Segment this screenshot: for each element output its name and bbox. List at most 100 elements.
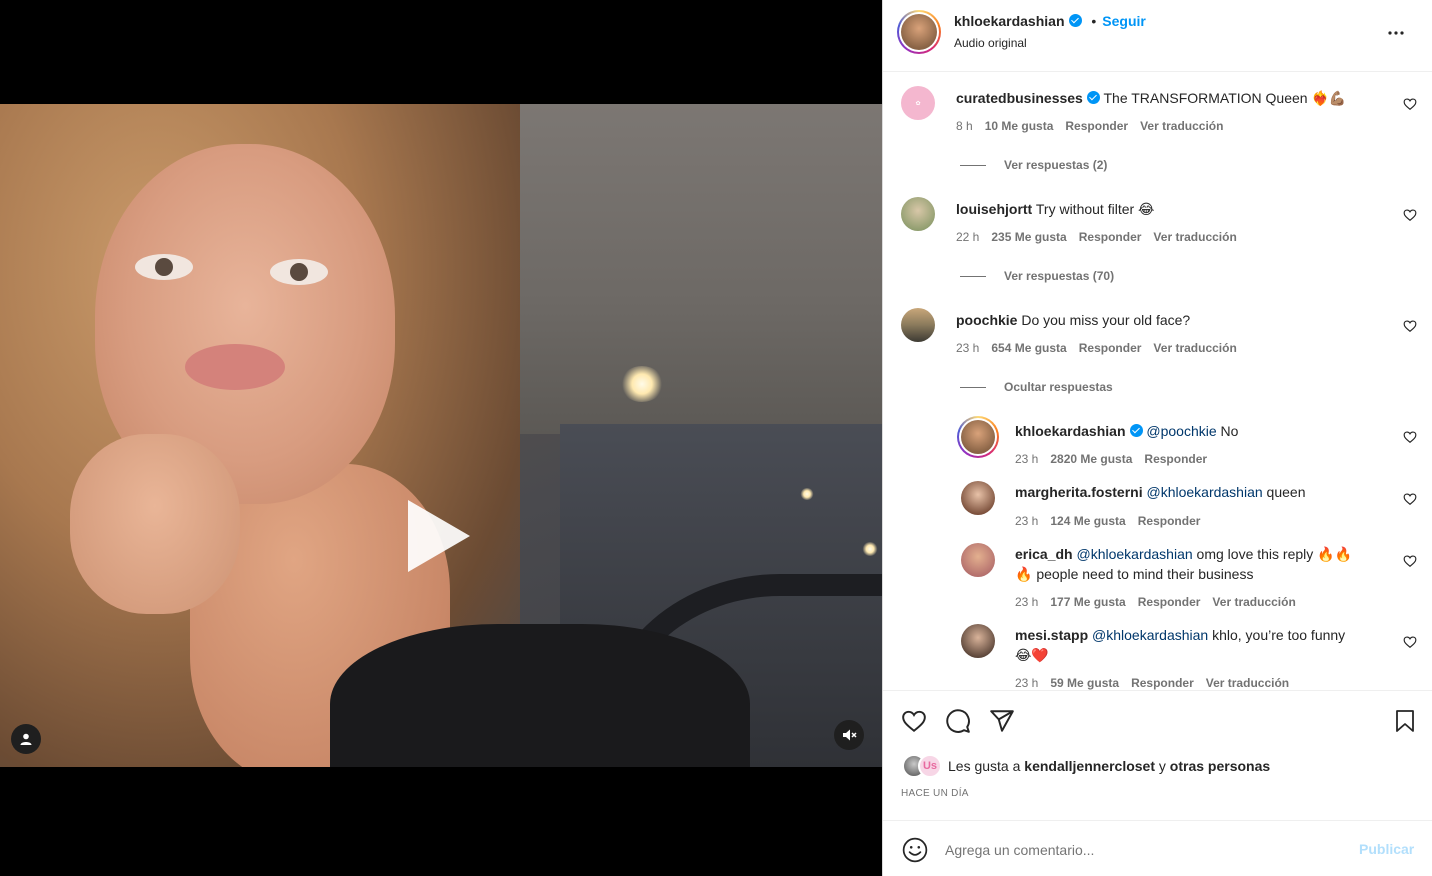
liker-avatar-us[interactable]: Us (918, 754, 942, 778)
author-avatar[interactable] (897, 10, 941, 54)
comment-username[interactable]: curatedbusinesses (956, 90, 1083, 106)
comment-like-heart-icon[interactable] (1403, 97, 1417, 111)
reply-time: 23 h (1015, 595, 1039, 609)
comment-meta: 23 h 654 Me gusta Responder Ver traducción (956, 341, 1249, 355)
reply-meta: 23 h 124 Me gusta Responder (1015, 514, 1212, 528)
reply-avatar[interactable] (961, 481, 995, 515)
save-bookmark-icon[interactable] (1393, 708, 1417, 734)
reply-likes[interactable]: 124 Me gusta (1050, 514, 1125, 528)
reply-avatar[interactable] (961, 543, 995, 577)
comment-like-heart-icon[interactable] (1403, 554, 1417, 568)
tagged-users-button[interactable] (11, 724, 41, 754)
reply-time: 23 h (1015, 514, 1039, 528)
comment-like-heart-icon[interactable] (1403, 319, 1417, 333)
hide-replies-button[interactable]: Ocultar respuestas (960, 380, 1113, 394)
reply-time: 23 h (1015, 452, 1039, 466)
reply-avatar[interactable] (961, 624, 995, 658)
reply-item: mesi.stapp @khloekardashian khlo, you’re… (883, 621, 1432, 690)
reply-text-continued: 🔥 people need to mind their business (1015, 566, 1254, 582)
reply-username[interactable]: margherita.fosterni (1015, 484, 1143, 500)
reply-button[interactable]: Responder (1138, 514, 1201, 528)
ceiling-light (620, 366, 664, 402)
post-timestamp: HACE UN DÍA (901, 788, 969, 799)
comment-text: Try without filter 😂 (1035, 201, 1155, 217)
play-button[interactable] (408, 500, 470, 572)
translate-button[interactable]: Ver traducción (1206, 676, 1289, 690)
author-username[interactable]: khloekardashian (954, 13, 1065, 29)
instagram-post-view: khloekardashian • Seguir Audio original ✿… (0, 0, 1432, 876)
likes-summary: Les gusta a kendalljennercloset y otras … (948, 758, 1271, 774)
view-replies-button[interactable]: Ver respuestas (70) (960, 269, 1114, 283)
view-replies-button[interactable]: Ver respuestas (2) (960, 158, 1107, 172)
reply-mention[interactable]: @khloekardashian (1076, 546, 1192, 562)
reply-button[interactable]: Responder (1131, 676, 1194, 690)
more-options-button[interactable] (1386, 26, 1406, 44)
commenter-avatar[interactable] (901, 197, 935, 231)
comment-username[interactable]: poochkie (956, 312, 1017, 328)
reply-button[interactable]: Responder (1079, 341, 1142, 355)
more-dots-icon (1388, 31, 1404, 35)
video-player[interactable] (0, 104, 882, 767)
reply-text: No (1216, 423, 1239, 439)
follow-button[interactable]: Seguir (1102, 13, 1146, 29)
verified-badge-icon (1129, 424, 1143, 437)
translate-button[interactable]: Ver traducción (1140, 119, 1223, 133)
user-icon (20, 733, 32, 745)
reply-button[interactable]: Responder (1065, 119, 1128, 133)
comment-text: The TRANSFORMATION Queen ❤️‍🔥💪🏽 (1103, 90, 1347, 106)
reply-item: margherita.fosterni @khloekardashian que… (883, 478, 1432, 538)
reply-mention[interactable]: @khloekardashian (1146, 484, 1262, 500)
reply-meta: 23 h 177 Me gusta Responder Ver traducción (1015, 595, 1308, 609)
comment-like-heart-icon[interactable] (1403, 208, 1417, 222)
translate-button[interactable]: Ver traducción (1153, 230, 1236, 244)
commenter-avatar[interactable] (901, 308, 935, 342)
translate-button[interactable]: Ver traducción (1212, 595, 1295, 609)
reply-button[interactable]: Responder (1138, 595, 1201, 609)
reply-likes[interactable]: 177 Me gusta (1050, 595, 1125, 609)
media-pane (0, 0, 882, 876)
mute-button[interactable] (834, 720, 864, 750)
translate-button[interactable]: Ver traducción (1153, 341, 1236, 355)
other-likers-link[interactable]: otras personas (1170, 758, 1270, 774)
verified-badge-icon (1068, 14, 1082, 27)
post-header: khloekardashian • Seguir Audio original (883, 0, 1432, 72)
reply-username[interactable]: khloekardashian (1015, 423, 1126, 439)
reply-likes[interactable]: 59 Me gusta (1050, 676, 1119, 690)
comment-likes[interactable]: 654 Me gusta (991, 341, 1066, 355)
audio-link[interactable]: Audio original (954, 36, 1027, 50)
comment-likes[interactable]: 235 Me gusta (991, 230, 1066, 244)
emoji-picker-icon[interactable] (902, 837, 928, 863)
reply-likes[interactable]: 2820 Me gusta (1050, 452, 1132, 466)
comment-input[interactable] (945, 839, 1335, 861)
comment-text: Do you miss your old face? (1021, 312, 1191, 328)
liker-username[interactable]: kendalljennercloset (1024, 758, 1155, 774)
publish-button[interactable]: Publicar (1359, 841, 1414, 857)
reply-text: omg love this reply 🔥🔥 (1192, 546, 1353, 562)
comments-list: ✿ curatedbusinesses The TRANSFORMATION Q… (883, 72, 1432, 690)
comment-likes[interactable]: 10 Me gusta (985, 119, 1054, 133)
comment-like-heart-icon[interactable] (1403, 430, 1417, 444)
reply-username[interactable]: erica_dh (1015, 546, 1073, 562)
reply-meta: 23 h 2820 Me gusta Responder (1015, 452, 1219, 466)
comment-item: ✿ curatedbusinesses The TRANSFORMATION Q… (883, 72, 1432, 192)
comment-username[interactable]: louisehjortt (956, 201, 1032, 217)
reply-mention[interactable]: @poochkie (1146, 423, 1216, 439)
reply-item: khloekardashian @poochkie No 23 h 2820 Me… (883, 416, 1432, 476)
like-heart-icon[interactable] (900, 708, 928, 734)
separator-dot: • (1091, 13, 1097, 29)
commenter-avatar[interactable]: ✿ (901, 86, 935, 120)
reply-avatar[interactable] (957, 416, 999, 458)
post-side-panel: khloekardashian • Seguir Audio original ✿… (882, 0, 1432, 876)
comment-time: 8 h (956, 119, 973, 133)
reply-button[interactable]: Responder (1079, 230, 1142, 244)
reply-mention[interactable]: @khloekardashian (1092, 627, 1208, 643)
share-send-icon[interactable] (989, 708, 1015, 734)
comment-meta: 22 h 235 Me gusta Responder Ver traducción (956, 230, 1249, 244)
muted-speaker-icon (843, 729, 857, 741)
reply-username[interactable]: mesi.stapp (1015, 627, 1088, 643)
comment-like-heart-icon[interactable] (1403, 492, 1417, 506)
reply-button[interactable]: Responder (1144, 452, 1207, 466)
comment-bubble-icon[interactable] (945, 708, 971, 734)
comment-like-heart-icon[interactable] (1403, 635, 1417, 649)
post-actions: Us Les gusta a kendalljennercloset y otr… (883, 690, 1432, 820)
